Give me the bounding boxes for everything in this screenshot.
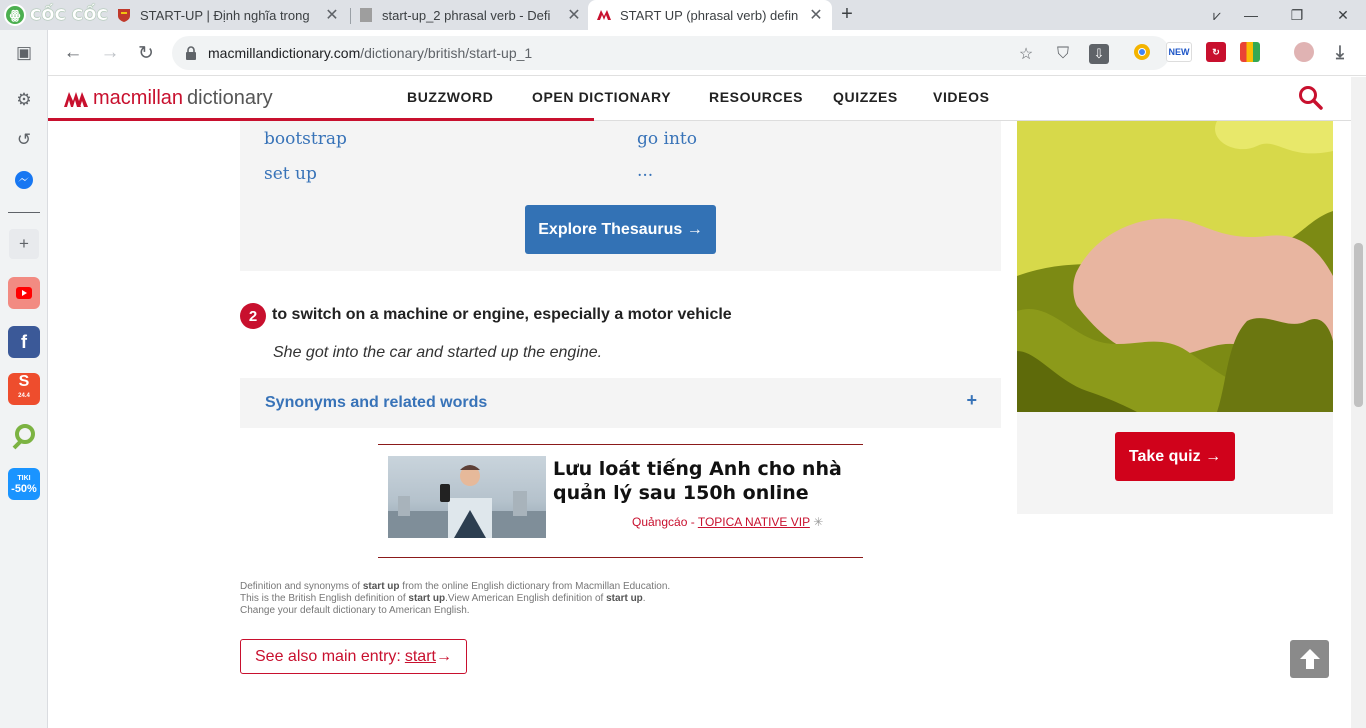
search-icon[interactable] <box>1298 85 1324 111</box>
facebook-app-icon[interactable]: f <box>8 326 40 358</box>
url-text: macmillandictionary.com/dictionary/briti… <box>208 45 533 61</box>
messenger-icon[interactable] <box>9 165 39 195</box>
tiki-discount-label: -50% <box>11 483 37 495</box>
ad-source[interactable]: Quảngcáo - TOPICA NATIVE VIP ✳ <box>632 515 823 529</box>
site-header: macmillan dictionary BUZZWORD OPEN DICTI… <box>48 77 1351 121</box>
sense-example: She got into the car and started up the … <box>273 344 603 361</box>
expand-plus-icon[interactable]: + <box>966 390 977 411</box>
page-scrollbar[interactable] <box>1351 77 1366 728</box>
color-grid-ext-icon[interactable] <box>1240 42 1260 62</box>
ad-source-link[interactable]: TOPICA NATIVE VIP <box>698 515 810 529</box>
tab-start-up-definition[interactable]: START-UP | Định nghĩa trong ✕ <box>108 0 348 30</box>
new-badge-ext-icon[interactable]: NEW <box>1166 42 1192 62</box>
back-to-top-button[interactable] <box>1290 640 1329 678</box>
ad-loading-icon: ✳ <box>813 515 824 529</box>
browser-toolbar: ← → ↻ macmillandictionary.com/dictionary… <box>48 30 1366 76</box>
arrow-right-icon: → <box>435 647 452 665</box>
lock-icon <box>186 46 196 60</box>
tiki-app-icon[interactable]: TIKI -50% <box>8 468 40 500</box>
shield-icon[interactable]: ⛉ <box>1053 44 1073 64</box>
close-tab-icon[interactable]: ✕ <box>566 5 582 25</box>
red-ext-icon[interactable]: ↻ <box>1206 42 1226 62</box>
sense-number-badge: 2 <box>240 303 266 329</box>
footnote-line-1: Definition and synonyms of start up from… <box>240 581 671 592</box>
see-also-prefix: See also main entry: <box>255 647 401 665</box>
coccoc-logo-icon: ꙮ <box>4 4 26 26</box>
bookmark-star-icon[interactable]: ☆ <box>1016 44 1036 64</box>
settings-icon[interactable]: ⚙ <box>9 85 39 115</box>
nav-videos[interactable]: VIDEOS <box>933 89 990 105</box>
logo-dict: dictionary <box>187 87 273 109</box>
take-quiz-button[interactable]: Take quiz → <box>1115 432 1235 481</box>
close-window-icon[interactable]: ✕ <box>1320 0 1366 30</box>
download-page-icon[interactable]: ⇩ <box>1089 44 1109 64</box>
tab-start-up-2[interactable]: start-up_2 phrasal verb - Defi ✕ <box>350 0 590 30</box>
close-tab-icon[interactable]: ✕ <box>808 5 824 25</box>
tab-title: start-up_2 phrasal verb - Defi <box>382 7 551 23</box>
new-badge-label: NEW <box>1168 47 1190 57</box>
advertisement[interactable]: Lưu loát tiếng Anh cho nhà quản lý sau 1… <box>378 444 863 558</box>
coccoc-brand[interactable]: ꙮ CỐC CỐC <box>4 3 108 27</box>
ad-image[interactable] <box>388 456 546 538</box>
macmillan-favicon-icon <box>597 10 611 20</box>
browser-tab-strip: ꙮ CỐC CỐC START-UP | Định nghĩa trong ✕ … <box>0 0 1366 30</box>
sidebar-toggle-icon[interactable]: ▣ <box>9 38 39 68</box>
nav-resources[interactable]: RESOURCES <box>709 89 803 105</box>
sidebar-divider <box>8 212 40 213</box>
tab-title: START-UP | Định nghĩa trong <box>140 7 310 23</box>
nav-open-dictionary[interactable]: OPEN DICTIONARY <box>532 89 671 105</box>
close-tab-icon[interactable]: ✕ <box>324 5 340 25</box>
american-definition-link[interactable]: .View American English definition of <box>445 593 606 604</box>
add-icon[interactable]: + <box>9 229 39 259</box>
synonyms-label: Synonyms and related words <box>265 394 488 411</box>
profile-avatar-icon[interactable] <box>1294 42 1314 62</box>
brand-text: CỐC CỐC <box>30 6 109 24</box>
address-bar[interactable]: macmillandictionary.com/dictionary/briti… <box>172 36 1170 70</box>
macmillan-logo[interactable]: macmillan dictionary <box>63 87 273 110</box>
downloads-icon[interactable]: ⤓ <box>1330 42 1350 62</box>
thesaurus-link[interactable]: set up <box>264 164 317 184</box>
thesaurus-more-link[interactable]: ... <box>637 161 653 181</box>
browser-sidebar: ▣ ⚙ ↺ + f S 24.4 TIKI -50% <box>0 30 48 728</box>
quiz-panel: Take quiz → <box>1017 121 1333 514</box>
minimize-icon[interactable]: — <box>1228 0 1274 30</box>
page-favicon-icon <box>360 8 372 22</box>
chrome-ext-icon[interactable] <box>1132 42 1152 62</box>
tab-start-up-phrasal-verb[interactable]: START UP (phrasal verb) defin ✕ <box>588 0 832 30</box>
thesaurus-link[interactable]: go into <box>637 129 697 149</box>
see-also-main-entry-button[interactable]: See also main entry: start → <box>240 639 467 674</box>
new-tab-icon[interactable]: + <box>836 3 858 25</box>
tab-title: START UP (phrasal verb) defin <box>620 7 799 23</box>
history-icon[interactable]: ↺ <box>9 125 39 155</box>
logo-name: macmillan <box>93 87 184 109</box>
ad-source-prefix: Quảngcáo - <box>632 515 698 529</box>
main-entry-link[interactable]: start <box>405 648 436 666</box>
nav-quizzes[interactable]: QUIZZES <box>833 89 898 105</box>
restore-icon[interactable]: ❐ <box>1274 0 1320 30</box>
youtube-app-icon[interactable] <box>8 277 40 309</box>
scrollbar-thumb[interactable] <box>1354 243 1363 407</box>
shopee-app-icon[interactable]: S 24.4 <box>8 373 40 405</box>
macmillan-mark-icon <box>64 91 88 107</box>
shopee-sale-label: 24.4 <box>18 393 30 399</box>
nav-buzzword[interactable]: BUZZWORD <box>407 89 493 105</box>
green-app-icon[interactable] <box>8 420 40 452</box>
footnote-line-2: This is the British English definition o… <box>240 593 646 604</box>
ad-title[interactable]: Lưu loát tiếng Anh cho nhà quản lý sau 1… <box>553 457 853 505</box>
thesaurus-link[interactable]: bootstrap <box>264 129 347 149</box>
change-dictionary-link[interactable]: Change your default dictionary to Americ… <box>240 605 470 616</box>
sense-definition: to switch on a machine or engine, especi… <box>272 306 732 323</box>
explore-thesaurus-button[interactable]: Explore Thesaurus → <box>525 205 716 254</box>
synonyms-accordion[interactable]: Synonyms and related words + <box>240 378 1001 428</box>
forward-icon[interactable]: → <box>95 38 125 68</box>
back-icon[interactable]: ← <box>58 38 88 68</box>
arrow-up-icon <box>1299 649 1320 669</box>
puzzle-image <box>1017 121 1333 412</box>
thesaurus-panel: bootstrap go into set up ... Explore The… <box>240 121 1001 271</box>
reload-icon[interactable]: ↻ <box>131 38 161 68</box>
shield-favicon-icon <box>118 9 130 22</box>
